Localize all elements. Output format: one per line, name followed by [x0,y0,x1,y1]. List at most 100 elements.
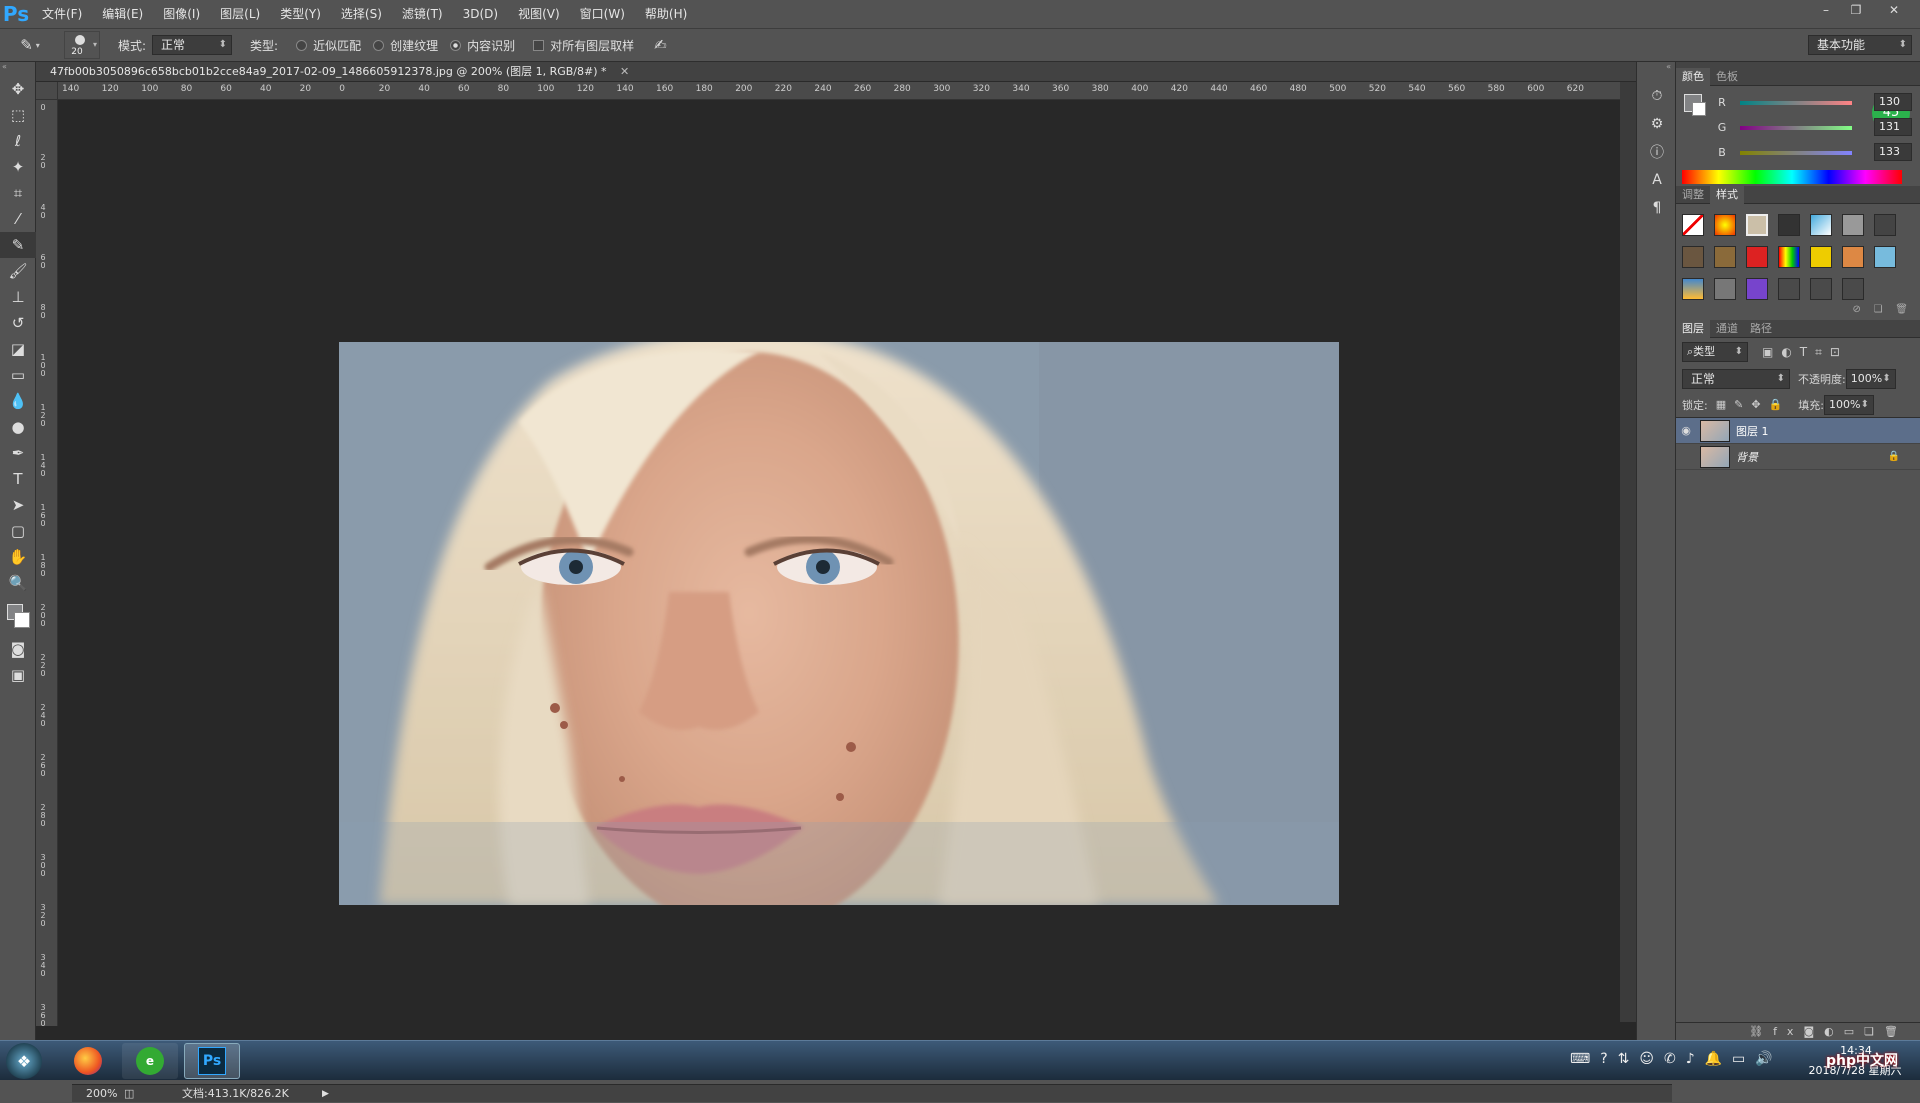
properties-panel-icon[interactable]: ⚙ [1637,110,1677,138]
style-swatch[interactable] [1714,246,1736,268]
type-tool-icon[interactable]: T [0,466,36,492]
green-slider[interactable] [1740,125,1852,130]
canvas-area[interactable] [60,100,1636,1026]
mask-icon[interactable]: ◙ [1803,1025,1824,1038]
menu-select[interactable]: 选择(S) [331,0,392,28]
style-swatch[interactable] [1842,278,1864,300]
blue-slider[interactable] [1740,150,1852,155]
new-style-icon[interactable]: ❏ [1874,304,1883,315]
crop-tool-icon[interactable]: ⌗ [0,180,36,206]
portrait-photo[interactable] [339,342,1339,905]
ruler-origin[interactable] [36,82,58,100]
browser-taskbar-icon[interactable]: e [122,1043,178,1079]
start-button-icon[interactable]: ❖ [6,1043,42,1079]
style-swatch[interactable] [1682,278,1704,300]
vertical-scrollbar[interactable] [1620,82,1636,1022]
character-panel-icon[interactable]: A [1637,166,1677,194]
status-menu-arrow-icon[interactable]: ▶ [322,1085,329,1103]
workspace-select[interactable]: 基本功能 [1808,35,1912,55]
pressure-brush-icon[interactable]: ✍ [654,36,667,54]
mode-select[interactable]: 正常 [152,35,233,55]
tab-paths[interactable]: 路径 [1744,320,1778,338]
marquee-tool-icon[interactable]: ⬚ [0,102,36,128]
layer-filter-select[interactable]: ⌕类型 [1682,342,1748,362]
layer-row[interactable]: ◉ 图层 1 [1676,418,1920,444]
history-panel-icon[interactable]: ⏱ [1637,82,1677,110]
style-swatch[interactable] [1714,278,1736,300]
style-swatch[interactable] [1874,246,1896,268]
brush-tool-icon[interactable]: 🖌 [0,258,36,284]
style-swatch[interactable] [1682,246,1704,268]
eye-icon[interactable]: ◉ [1676,424,1696,437]
collapse-icon[interactable]: « [0,62,35,76]
tab-channels[interactable]: 通道 [1710,320,1744,338]
eraser-tool-icon[interactable]: ◪ [0,336,36,362]
link-layers-icon[interactable]: ⛓ [1749,1025,1773,1038]
eyedropper-tool-icon[interactable]: ⁄ [0,206,36,232]
document-size-info[interactable]: 文档:413.1K/826.2K [182,1085,289,1103]
firefox-taskbar-icon[interactable] [60,1043,116,1079]
style-swatch[interactable] [1842,214,1864,236]
tab-styles[interactable]: 样式 [1710,185,1744,204]
history-brush-tool-icon[interactable]: ↺ [0,310,36,336]
photoshop-taskbar-icon[interactable]: Ps [184,1043,240,1079]
paragraph-panel-icon[interactable]: ¶ [1637,194,1677,222]
system-tray-icons[interactable]: ⌨?⇅☺✆♪🔔▭🔊 [1570,1051,1783,1067]
stamp-tool-icon[interactable]: ⊥ [0,284,36,310]
gradient-tool-icon[interactable]: ▭ [0,362,36,388]
group-folder-icon[interactable]: ▭ [1844,1025,1864,1038]
blend-mode-select[interactable]: 正常 [1682,369,1790,389]
new-layer-icon[interactable]: ❏ [1864,1025,1884,1038]
style-swatch[interactable] [1810,246,1832,268]
style-swatch[interactable] [1746,214,1768,236]
sample-all-layers-checkbox[interactable] [533,39,545,51]
blur-tool-icon[interactable]: 💧 [0,388,36,414]
blue-value[interactable]: 133 [1874,143,1912,161]
layer-row[interactable]: 背景 🔒 [1676,444,1920,470]
magic-wand-tool-icon[interactable]: ✦ [0,154,36,180]
menu-view[interactable]: 视图(V) [508,0,570,28]
tab-adjustments[interactable]: 调整 [1676,186,1710,204]
layer-filter-icons[interactable]: ▣◐T⌗⊡ [1762,345,1848,360]
close-button[interactable]: ✕ [1880,0,1908,20]
menu-type[interactable]: 类型(Y) [270,0,331,28]
path-selection-tool-icon[interactable]: ➤ [0,492,36,518]
trash-icon[interactable]: 🗑 [1884,1025,1908,1038]
minimize-button[interactable]: – [1812,0,1840,20]
menu-file[interactable]: 文件(F) [32,0,92,28]
background-color-swatch[interactable] [14,612,30,628]
content-aware-radio[interactable] [450,39,462,51]
menu-3d[interactable]: 3D(D) [453,0,508,28]
menu-window[interactable]: 窗口(W) [570,0,635,28]
close-tab-icon[interactable]: ✕ [620,65,629,78]
spot-healing-brush-tool-icon[interactable]: ✎ [0,232,36,258]
restore-button[interactable]: ❐ [1842,0,1870,20]
shape-tool-icon[interactable]: ▢ [0,518,36,544]
tool-preset-picker[interactable]: ✎ ▾ [10,29,50,61]
collapse-icon[interactable]: « [1637,62,1675,82]
clear-style-icon[interactable]: ⊘ [1853,304,1861,315]
pen-tool-icon[interactable]: ✒ [0,440,36,466]
layer-name[interactable]: 背景 [1736,449,1888,465]
style-swatch[interactable] [1746,246,1768,268]
style-swatch[interactable] [1842,246,1864,268]
trash-icon[interactable]: 🗑 [1895,304,1908,315]
style-swatch[interactable] [1810,278,1832,300]
color-spectrum-bar[interactable] [1682,170,1902,184]
quick-mask-icon[interactable]: ◙ [0,636,36,662]
style-swatch[interactable] [1874,214,1896,236]
lasso-tool-icon[interactable]: ℓ [0,128,36,154]
color-swatches[interactable] [0,596,35,636]
screen-mode-icon[interactable]: ▣ [0,662,36,688]
fx-icon[interactable]: fx [1773,1025,1803,1038]
hand-tool-icon[interactable]: ✋ [0,544,36,570]
style-swatch[interactable] [1714,214,1736,236]
dodge-tool-icon[interactable]: ● [0,414,36,440]
style-swatch[interactable] [1810,214,1832,236]
layer-name[interactable]: 图层 1 [1736,423,1769,439]
lock-icons[interactable]: ▦✎✥🔒 [1716,398,1791,411]
style-swatch[interactable] [1778,278,1800,300]
move-tool-icon[interactable]: ✥ [0,76,36,102]
adjustment-layer-icon[interactable]: ◐ [1824,1025,1844,1038]
menu-layer[interactable]: 图层(L) [210,0,270,28]
